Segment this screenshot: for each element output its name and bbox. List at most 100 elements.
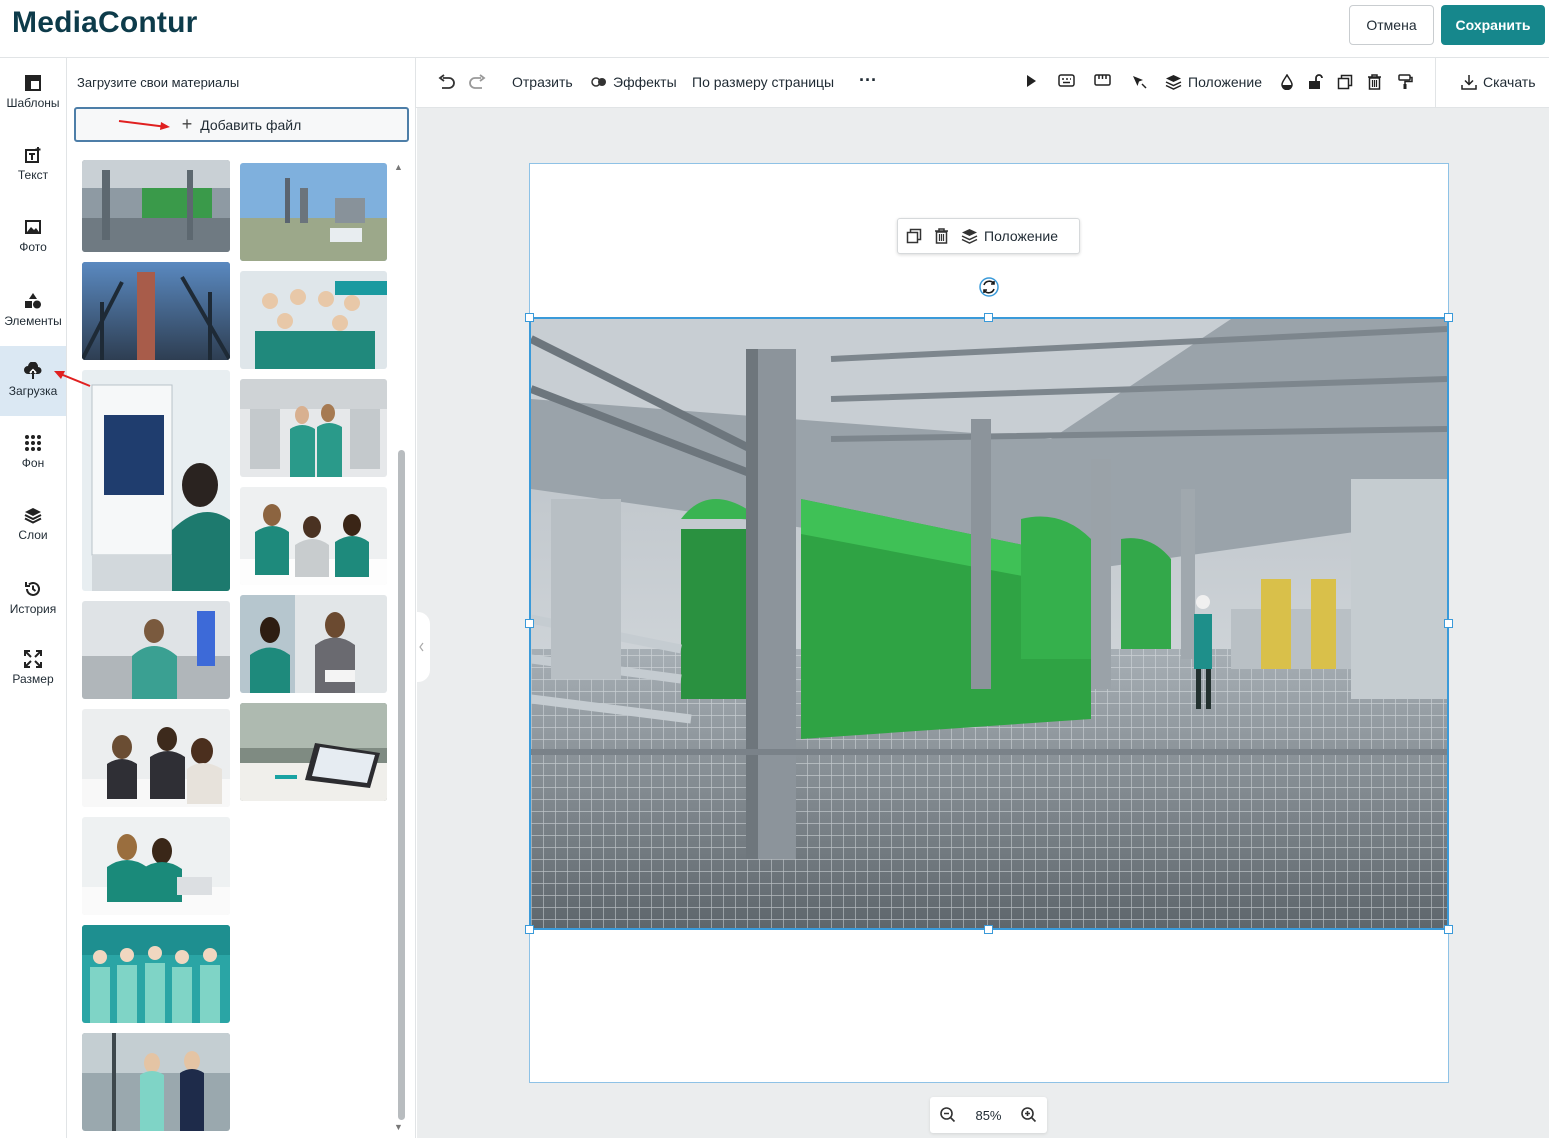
team-laptop-image [240, 595, 387, 693]
position-button[interactable]: Положение [1165, 74, 1262, 90]
select-pointer-button[interactable] [1131, 74, 1147, 90]
selected-factory-image[interactable] [529, 317, 1449, 930]
collapse-panel-tab[interactable] [416, 612, 430, 682]
effects-button[interactable]: Эффекты [591, 74, 677, 90]
resize-handle-left[interactable] [525, 619, 534, 628]
rail-item-elements[interactable]: Элементы [0, 276, 66, 346]
animate-button[interactable] [1025, 74, 1037, 88]
download-button[interactable]: Скачать [1461, 74, 1536, 90]
ruler-button[interactable] [1094, 74, 1111, 86]
rail-item-background[interactable]: Фон [0, 418, 66, 488]
thumbnail-steel-tower[interactable] [82, 262, 230, 360]
lab-workers-image [240, 379, 387, 477]
thumbnail-team-brand-wall[interactable] [82, 925, 230, 1023]
duplicate-button[interactable] [1337, 74, 1353, 90]
thumbnail-team-group-photo[interactable] [240, 271, 387, 369]
resize-handle-bottom[interactable] [984, 925, 993, 934]
copy-style-button[interactable] [1398, 74, 1413, 90]
uploaded-thumbnails [82, 160, 392, 1136]
resize-handle-top[interactable] [984, 313, 993, 322]
lab-equipment-image [82, 370, 230, 591]
app-header: MediaContur Отмена Сохранить [0, 0, 1549, 58]
undo-icon [438, 74, 455, 89]
rail-item-label: История [9, 602, 57, 616]
refinery-exterior-image [240, 163, 387, 261]
redo-button[interactable] [468, 74, 486, 90]
thumbnail-refinery-exterior[interactable] [240, 163, 387, 261]
rail-item-text[interactable]: Текст [0, 130, 66, 200]
photo-icon [25, 220, 41, 234]
annotation-arrow-upload-icon [54, 371, 91, 387]
resize-handle-top-left[interactable] [525, 313, 534, 322]
thumbnail-laptop-desk[interactable] [240, 703, 387, 801]
flip-button[interactable]: Отразить [512, 74, 573, 90]
thumbnail-office-team[interactable] [240, 487, 387, 585]
rail-item-history[interactable]: История [0, 564, 66, 634]
thumbnail-lab-workers[interactable] [240, 379, 387, 477]
lab-analyzer-image [82, 601, 230, 699]
rail-item-layers[interactable]: Слои [0, 490, 66, 560]
upload-panel: Загрузите свои материалы + Добавить файл [67, 58, 416, 1138]
scroll-up-arrow-icon[interactable]: ▲ [394, 162, 403, 172]
trash-icon[interactable] [934, 228, 949, 244]
panel-title: Загрузите свои материалы [77, 75, 240, 90]
office-team-image [240, 487, 387, 585]
fit-page-button[interactable]: По размеру страницы [692, 74, 834, 90]
canvas-workspace: Положение 85% [417, 108, 1549, 1138]
zoom-out-icon[interactable] [939, 1106, 957, 1124]
left-tool-rail: Шаблоны Текст Фото Элементы Загрузка Фон… [0, 58, 67, 1138]
keyboard-button[interactable] [1058, 74, 1075, 87]
rail-item-label: Фон [21, 456, 45, 470]
unlock-icon [1309, 74, 1323, 89]
transparency-button[interactable] [1280, 74, 1294, 90]
selection-context-toolbar: Положение [897, 218, 1080, 254]
effects-label: Эффекты [613, 74, 677, 90]
thumbnail-office-meeting[interactable] [82, 709, 230, 807]
thumbnail-factory-hall[interactable] [82, 160, 230, 252]
scroll-down-arrow-icon[interactable]: ▼ [394, 1122, 403, 1132]
resize-handle-right[interactable] [1444, 619, 1453, 628]
factory-handshake-image [82, 1033, 230, 1131]
resize-handle-bottom-left[interactable] [525, 925, 534, 934]
thumbnail-lab-analyzer[interactable] [82, 601, 230, 699]
chevron-left-icon [419, 642, 424, 652]
add-file-label: Добавить файл [200, 116, 302, 133]
app-logo: MediaContur [12, 6, 198, 39]
rail-item-label: Фото [19, 240, 47, 254]
thumbnail-team-laptop[interactable] [240, 595, 387, 693]
duplicate-icon [1337, 74, 1353, 90]
duplicate-icon[interactable] [906, 228, 922, 244]
thumbnail-team-at-table[interactable] [82, 817, 230, 915]
rail-item-templates[interactable]: Шаблоны [0, 58, 66, 128]
editor-toolbar: Отразить Эффекты По размеру страницы ···… [416, 58, 1549, 108]
upload-icon [24, 362, 42, 379]
rotate-handle-icon[interactable] [978, 276, 1000, 298]
float-position-button[interactable]: Положение [961, 228, 1058, 244]
layers-icon [1165, 75, 1182, 90]
panel-scrollbar-thumb[interactable] [398, 450, 405, 1120]
ruler-icon [1094, 74, 1111, 86]
more-options-icon[interactable]: ··· [859, 70, 877, 91]
rail-item-label: Текст [17, 168, 49, 182]
play-icon [1027, 75, 1036, 87]
team-group-photo-image [240, 271, 387, 369]
redo-icon [469, 74, 486, 89]
flip-label: Отразить [512, 74, 573, 90]
zoom-in-icon[interactable] [1020, 1106, 1038, 1124]
lock-button[interactable] [1308, 74, 1323, 90]
paint-roller-icon [1398, 74, 1413, 89]
resize-handle-top-right[interactable] [1444, 313, 1453, 322]
thumbnail-factory-handshake[interactable] [82, 1033, 230, 1131]
rail-item-photo[interactable]: Фото [0, 202, 66, 272]
keyboard-icon [1058, 74, 1075, 87]
effects-icon [591, 77, 606, 87]
factory-hall-image [82, 160, 230, 252]
delete-button[interactable] [1367, 74, 1382, 90]
undo-button[interactable] [438, 74, 456, 90]
toolbar-divider [1435, 58, 1436, 108]
thumbnail-lab-equipment[interactable] [82, 370, 230, 591]
rail-item-resize[interactable]: Размер [0, 634, 66, 704]
resize-handle-bottom-right[interactable] [1444, 925, 1453, 934]
cancel-button[interactable]: Отмена [1349, 5, 1434, 45]
save-button[interactable]: Сохранить [1441, 5, 1545, 45]
